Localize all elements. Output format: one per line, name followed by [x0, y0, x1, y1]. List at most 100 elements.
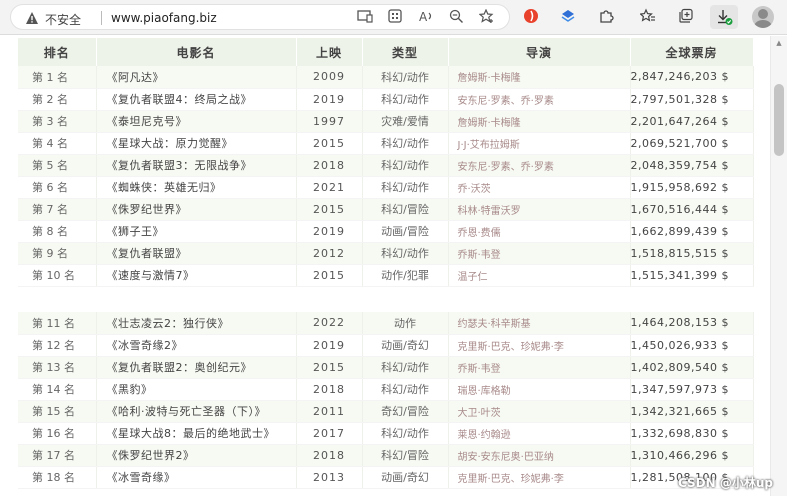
movie-title-cell: 《复仇者联盟4：终局之战》 [96, 88, 297, 111]
extension-blue-icon[interactable] [559, 7, 577, 25]
genre-cell: 奇幻/冒险 [362, 400, 449, 423]
gross-cell: 1,450,026,933 $ [630, 334, 754, 357]
collections-icon[interactable] [677, 7, 695, 25]
table-row[interactable]: 第 14 名《黑豹》 2018 科幻/动作 瑞恩·库格勒 1,347,597,973 $ [18, 378, 754, 401]
rank-cell: 第 14 名 [18, 378, 97, 401]
release-year-cell: 2018 [296, 378, 363, 401]
release-year-cell: 2018 [296, 444, 363, 467]
zoom-out-icon[interactable] [447, 7, 465, 25]
director-cell: 莱恩·约翰逊 [448, 422, 631, 445]
genre-cell: 科幻/动作 [362, 66, 449, 89]
read-aloud-icon[interactable]: A [417, 7, 435, 25]
rank-cell: 第 17 名 [18, 444, 97, 467]
address-bar[interactable]: 不安全 www.piaofang.biz [10, 4, 510, 30]
gross-cell: 1,402,809,540 $ [630, 356, 754, 379]
table-row[interactable]: 第 13 名《复仇者联盟2：奥创纪元》 2015 科幻/动作 乔斯·韦登 1,402,8… [18, 356, 754, 379]
header-year[interactable]: 上映 [296, 38, 363, 66]
release-year-cell: 2021 [296, 176, 363, 199]
scroll-up-arrow-icon[interactable]: ▲ [771, 36, 787, 50]
header-genre[interactable]: 类型 [362, 38, 449, 66]
movie-title-cell: 《哈利·波特与死亡圣器（下）》 [96, 400, 297, 423]
table-row[interactable]: 第 10 名《速度与激情7》 2015 动作/犯罪 温子仁 1,515,341,399 … [18, 264, 754, 287]
rank-cell: 第 9 名 [18, 242, 97, 265]
downloads-icon[interactable] [710, 5, 738, 29]
genre-cell: 动画/冒险 [362, 220, 449, 243]
director-cell: 胡安·安东尼奥·巴亚纳 [448, 444, 631, 467]
rank-cell: 第 16 名 [18, 422, 97, 445]
header-rank[interactable]: 排名 [18, 38, 97, 66]
favorites-icon[interactable] [639, 7, 657, 25]
genre-cell: 动画/奇幻 [362, 466, 449, 489]
rank-cell: 第 13 名 [18, 356, 97, 379]
movie-title-cell: 《蜘蛛侠：英雄无归》 [96, 176, 297, 199]
profile-avatar-icon[interactable] [752, 6, 774, 28]
release-year-cell: 2019 [296, 88, 363, 111]
director-cell: 温子仁 [448, 264, 631, 287]
rank-cell: 第 3 名 [18, 110, 97, 133]
release-year-cell: 2011 [296, 400, 363, 423]
gross-cell: 1,347,597,973 $ [630, 378, 754, 401]
movie-title-cell: 《侏罗纪世界2》 [96, 444, 297, 467]
watermark: CSDN @小林up [678, 476, 773, 490]
table-row[interactable]: 第 12 名《冰雪奇缘2》 2019 动画/奇幻 克里斯·巴克、珍妮弗·李 1,450,… [18, 334, 754, 357]
director-cell: 安东尼·罗素、乔·罗素 [448, 88, 631, 111]
director-cell: 大卫·叶茨 [448, 400, 631, 423]
box-office-table: 排名 电影名 上映 类型 导演 全球票房 第 1 名《阿凡达》 2009 科幻/动作… [18, 38, 754, 287]
director-cell: 乔恩·费儒 [448, 220, 631, 243]
director-cell: 安东尼·罗素、乔·罗素 [448, 154, 631, 177]
release-year-cell: 2012 [296, 242, 363, 265]
table-row[interactable]: 第 16 名《星球大战8：最后的绝地武士》 2017 科幻/动作 莱恩·约翰逊 1,33… [18, 422, 754, 445]
url-text[interactable]: www.piaofang.biz [111, 11, 217, 25]
table-row[interactable]: 第 8 名《狮子王》 2019 动画/冒险 乔恩·费儒 1,662,899,439 $ [18, 220, 754, 243]
extension-red-icon[interactable] [522, 7, 540, 25]
movie-title-cell: 《复仇者联盟》 [96, 242, 297, 265]
table-row[interactable]: 第 7 名《侏罗纪世界》 2015 科幻/冒险 科林·特雷沃罗 1,670,516,44… [18, 198, 754, 221]
genre-cell: 科幻/动作 [362, 176, 449, 199]
genre-cell: 动画/奇幻 [362, 334, 449, 357]
table-row[interactable]: 第 2 名《复仇者联盟4：终局之战》 2019 科幻/动作 安东尼·罗素、乔·罗素 2,… [18, 88, 754, 111]
gross-cell: 1,518,815,515 $ [630, 242, 754, 265]
vertical-scrollbar[interactable]: ▲ [770, 36, 787, 496]
warning-icon[interactable] [25, 11, 39, 25]
genre-cell: 科幻/冒险 [362, 198, 449, 221]
movie-title-cell: 《侏罗纪世界》 [96, 198, 297, 221]
release-year-cell: 2022 [296, 312, 363, 335]
header-gross[interactable]: 全球票房 [630, 38, 754, 66]
favorite-add-icon[interactable] [478, 7, 496, 25]
gross-cell: 2,797,501,328 $ [630, 88, 754, 111]
release-year-cell: 2015 [296, 132, 363, 155]
movie-title-cell: 《复仇者联盟3：无限战争》 [96, 154, 297, 177]
table-row[interactable]: 第 11 名《壮志凌云2：独行侠》 2022 动作 约瑟夫·科辛斯基 1,464,208… [18, 312, 754, 335]
movie-title-cell: 《星球大战8：最后的绝地武士》 [96, 422, 297, 445]
movie-title-cell: 《泰坦尼克号》 [96, 110, 297, 133]
table-row[interactable]: 第 6 名《蜘蛛侠：英雄无归》 2021 科幻/动作 乔·沃茨 1,915,958,69… [18, 176, 754, 199]
table-row[interactable]: 第 5 名《复仇者联盟3：无限战争》 2018 科幻/动作 安东尼·罗素、乔·罗素 2,… [18, 154, 754, 177]
header-director[interactable]: 导演 [448, 38, 631, 66]
rank-cell: 第 1 名 [18, 66, 97, 89]
director-cell: 詹姆斯·卡梅隆 [448, 110, 631, 133]
gross-cell: 2,201,647,264 $ [630, 110, 754, 133]
director-cell: 克里斯·巴克、珍妮弗·李 [448, 334, 631, 357]
cast-icon[interactable] [356, 7, 374, 25]
release-year-cell: 2019 [296, 334, 363, 357]
table-row[interactable]: 第 18 名《冰雪奇缘》 2013 动画/奇幻 克里斯·巴克、珍妮弗·李 1,281,5… [18, 466, 754, 489]
scrollbar-thumb[interactable] [774, 84, 784, 156]
release-year-cell: 2019 [296, 220, 363, 243]
release-year-cell: 2013 [296, 466, 363, 489]
table-row[interactable]: 第 9 名《复仇者联盟》 2012 科幻/动作 乔斯·韦登 1,518,815,515 … [18, 242, 754, 265]
gross-cell: 1,342,321,665 $ [630, 400, 754, 423]
security-label[interactable]: 不安全 [45, 11, 81, 28]
header-title[interactable]: 电影名 [96, 38, 297, 66]
box-office-table-continued: 第 11 名《壮志凌云2：独行侠》 2022 动作 约瑟夫·科辛斯基 1,464,208… [18, 312, 754, 489]
table-row[interactable]: 第 17 名《侏罗纪世界2》 2018 科幻/冒险 胡安·安东尼奥·巴亚纳 1,310,… [18, 444, 754, 467]
extensions-puzzle-icon[interactable] [597, 7, 615, 25]
table-row[interactable]: 第 4 名《星球大战：原力觉醒》 2015 科幻/动作 J·J·艾布拉姆斯 2,069,… [18, 132, 754, 155]
table-row[interactable]: 第 3 名《泰坦尼克号》 1997 灾难/爱情 詹姆斯·卡梅隆 2,201,647,26… [18, 110, 754, 133]
genre-cell: 科幻/动作 [362, 242, 449, 265]
table-row[interactable]: 第 15 名《哈利·波特与死亡圣器（下）》 2011 奇幻/冒险 大卫·叶茨 1,342… [18, 400, 754, 423]
apps-icon[interactable] [386, 7, 404, 25]
movie-title-cell: 《狮子王》 [96, 220, 297, 243]
movie-title-cell: 《冰雪奇缘2》 [96, 334, 297, 357]
table-row[interactable]: 第 1 名《阿凡达》 2009 科幻/动作 詹姆斯·卡梅隆 2,847,246,203 … [18, 66, 754, 89]
genre-cell: 科幻/动作 [362, 154, 449, 177]
